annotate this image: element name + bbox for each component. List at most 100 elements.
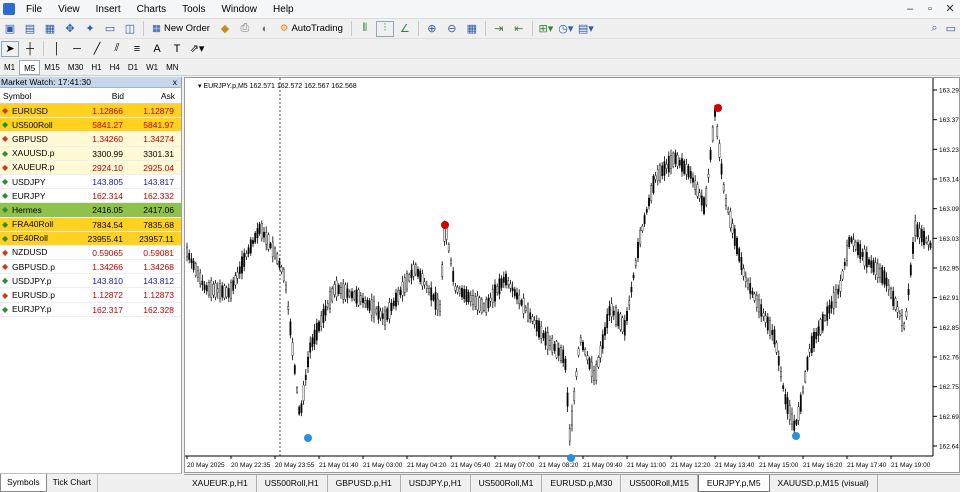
candle-body [260, 223, 263, 239]
timeframe-m30[interactable]: M30 [64, 60, 88, 75]
candle-body [854, 241, 857, 250]
chart-tab[interactable]: XAUUSD.p,M15 (visual) [770, 475, 878, 492]
table-row[interactable]: ◆ GBPUSD 1.34260 1.34274 [0, 132, 181, 147]
candle-body [560, 346, 562, 362]
candle-body [652, 175, 655, 193]
equidistant-channel-icon[interactable]: ⫽ [108, 41, 126, 57]
new-chart-icon[interactable]: ▣ [1, 21, 19, 37]
tab-symbols[interactable]: Symbols [0, 474, 47, 492]
table-row[interactable]: ◆ DE40Roll 23955.41 23957.11 [0, 231, 181, 246]
templates-icon[interactable]: ▤▾ [577, 21, 595, 37]
menu-view[interactable]: View [50, 0, 88, 19]
line-chart-icon[interactable]: ∠ [396, 21, 414, 37]
table-row[interactable]: ◆ USDJPY 143.805 143.817 [0, 174, 181, 190]
chat-icon[interactable]: ▭ [946, 22, 956, 35]
table-row[interactable]: ◆ Hermes 2416.05 2417.06 [0, 203, 181, 218]
close-panel-button[interactable]: x [173, 77, 177, 88]
timeframe-m5[interactable]: M5 [19, 59, 41, 75]
table-row[interactable]: ◆ EURJPY.p 162.317 162.328 [0, 302, 181, 317]
table-row[interactable]: ◆ EURUSD.p 1.12872 1.12873 [0, 288, 181, 303]
tab-tick-chart[interactable]: Tick Chart [47, 474, 99, 492]
timeframe-h4[interactable]: H4 [106, 60, 124, 75]
timeframe-h1[interactable]: H1 [87, 60, 105, 75]
market-watch-icon[interactable]: ▦ [41, 21, 59, 37]
table-row[interactable]: ◆ EURUSD 1.12866 1.12879 [0, 104, 181, 119]
timeframe-m15[interactable]: M15 [40, 60, 64, 75]
menu-window[interactable]: Window [213, 0, 265, 19]
bar-chart-icon[interactable]: ⫴ [356, 21, 374, 37]
table-row[interactable]: ◆ FRA40Roll 7834.54 7835.68 [0, 217, 181, 232]
auto-scroll-icon[interactable]: ⇥ [490, 21, 508, 37]
indicators-icon[interactable]: ⊞▾ [537, 21, 555, 37]
chart-tab[interactable]: US500Roll,H1 [257, 475, 328, 492]
tile-windows-icon[interactable]: ▦ [463, 21, 481, 37]
price-chart[interactable]: ▾ EURJPY.p,M5 162.571 162.572 162.567 16… [185, 78, 959, 472]
menu-tools[interactable]: Tools [174, 0, 213, 19]
menu-help[interactable]: Help [265, 0, 302, 19]
candle-body [458, 288, 461, 294]
column-bid[interactable]: Bid [77, 88, 127, 103]
zoom-out-icon[interactable]: ⊖ [443, 21, 461, 37]
chart-tab[interactable]: US500Roll,M15 [621, 475, 698, 492]
horizontal-line-icon[interactable]: ─ [68, 41, 86, 57]
table-row[interactable]: ◆ USDJPY.p 143.810 143.812 [0, 274, 181, 289]
metaeditor-icon[interactable]: ◆ [216, 21, 234, 37]
fibonacci-icon[interactable]: ≡ [128, 41, 146, 57]
table-row[interactable]: ◆ GBPUSD.p 1.34266 1.34268 [0, 260, 181, 275]
table-row[interactable]: ◆ XAUEUR.p 2924.10 2925.04 [0, 160, 181, 175]
timeframe-w1[interactable]: W1 [142, 60, 162, 75]
candle-body [406, 273, 408, 290]
data-window-icon[interactable]: ✦ [81, 21, 99, 37]
candle-body [331, 288, 334, 302]
swing-high-marker [714, 104, 722, 112]
candlestick-icon[interactable]: ⫶ [375, 20, 394, 37]
table-row[interactable]: ◆ EURJPY 162.314 162.332 [0, 189, 181, 204]
menu-insert[interactable]: Insert [88, 0, 129, 19]
vps-icon[interactable]: ◐ [256, 21, 274, 37]
table-row[interactable]: ◆ US500Roll 5841.27 5841.97 [0, 118, 181, 133]
strategy-tester-icon[interactable]: ◫ [121, 21, 139, 37]
trendline-icon[interactable]: ╱ [88, 41, 106, 57]
minimize-button[interactable]: – [900, 0, 920, 19]
navigator-icon[interactable]: ✥ [61, 21, 79, 37]
search-icon[interactable]: ⌕ [931, 22, 937, 35]
column-symbol[interactable]: Symbol [0, 88, 77, 103]
text-label-icon[interactable]: T [168, 41, 186, 57]
chart-shift-icon[interactable]: ⇤ [510, 21, 528, 37]
auto-trading-button[interactable]: ⚙ AutoTrading [276, 21, 347, 37]
text-icon[interactable]: A [148, 41, 166, 57]
chart-window[interactable]: ▾ EURJPY.p,M5 162.571 162.572 162.567 16… [184, 77, 960, 473]
timeframe-d1[interactable]: D1 [124, 60, 142, 75]
chart-tab[interactable]: EURUSD.p,M30 [542, 475, 622, 492]
chart-tab[interactable]: USDJPY.p,H1 [401, 475, 471, 492]
chart-tab[interactable]: US500Roll,M1 [471, 475, 543, 492]
chart-tab[interactable]: EURJPY.p,M5 [697, 475, 770, 492]
cursor-icon[interactable]: ➤ [1, 40, 19, 57]
candle-body [474, 296, 477, 307]
zoom-in-icon[interactable]: ⊕ [423, 21, 441, 37]
table-row[interactable]: ◆ NZDUSD 0.59065 0.59081 [0, 245, 181, 261]
terminal-icon[interactable]: ▭ [101, 21, 119, 37]
candle-body [538, 320, 540, 338]
close-button[interactable]: ✕ [940, 0, 960, 19]
column-ask[interactable]: Ask [127, 88, 178, 103]
candle-body [874, 262, 877, 275]
menu-charts[interactable]: Charts [129, 0, 174, 19]
candle-body [326, 303, 329, 308]
crosshair-icon[interactable]: ┼ [21, 41, 39, 57]
periods-icon[interactable]: ◷▾ [557, 21, 575, 37]
profiles-icon[interactable]: ▤ [21, 21, 39, 37]
restore-button[interactable]: ▫ [920, 0, 940, 19]
arrows-icon[interactable]: ⇗▾ [188, 41, 206, 57]
chart-tab[interactable]: GBPUSD.p,H1 [328, 475, 401, 492]
menu-file[interactable]: File [18, 0, 50, 19]
vertical-line-icon[interactable]: │ [48, 41, 66, 57]
candle-body [410, 269, 413, 279]
signals-icon[interactable]: ⎙ [236, 21, 254, 37]
new-order-button[interactable]: ▦ New Order [148, 21, 214, 37]
chart-tab[interactable]: XAUEUR.p,H1 [184, 475, 257, 492]
timeframe-m1[interactable]: M1 [0, 60, 19, 75]
table-row[interactable]: ◆ XAUUSD.p 3300.99 3301.31 [0, 146, 181, 161]
timeframe-mn[interactable]: MN [162, 60, 182, 75]
candle-body [364, 300, 367, 305]
